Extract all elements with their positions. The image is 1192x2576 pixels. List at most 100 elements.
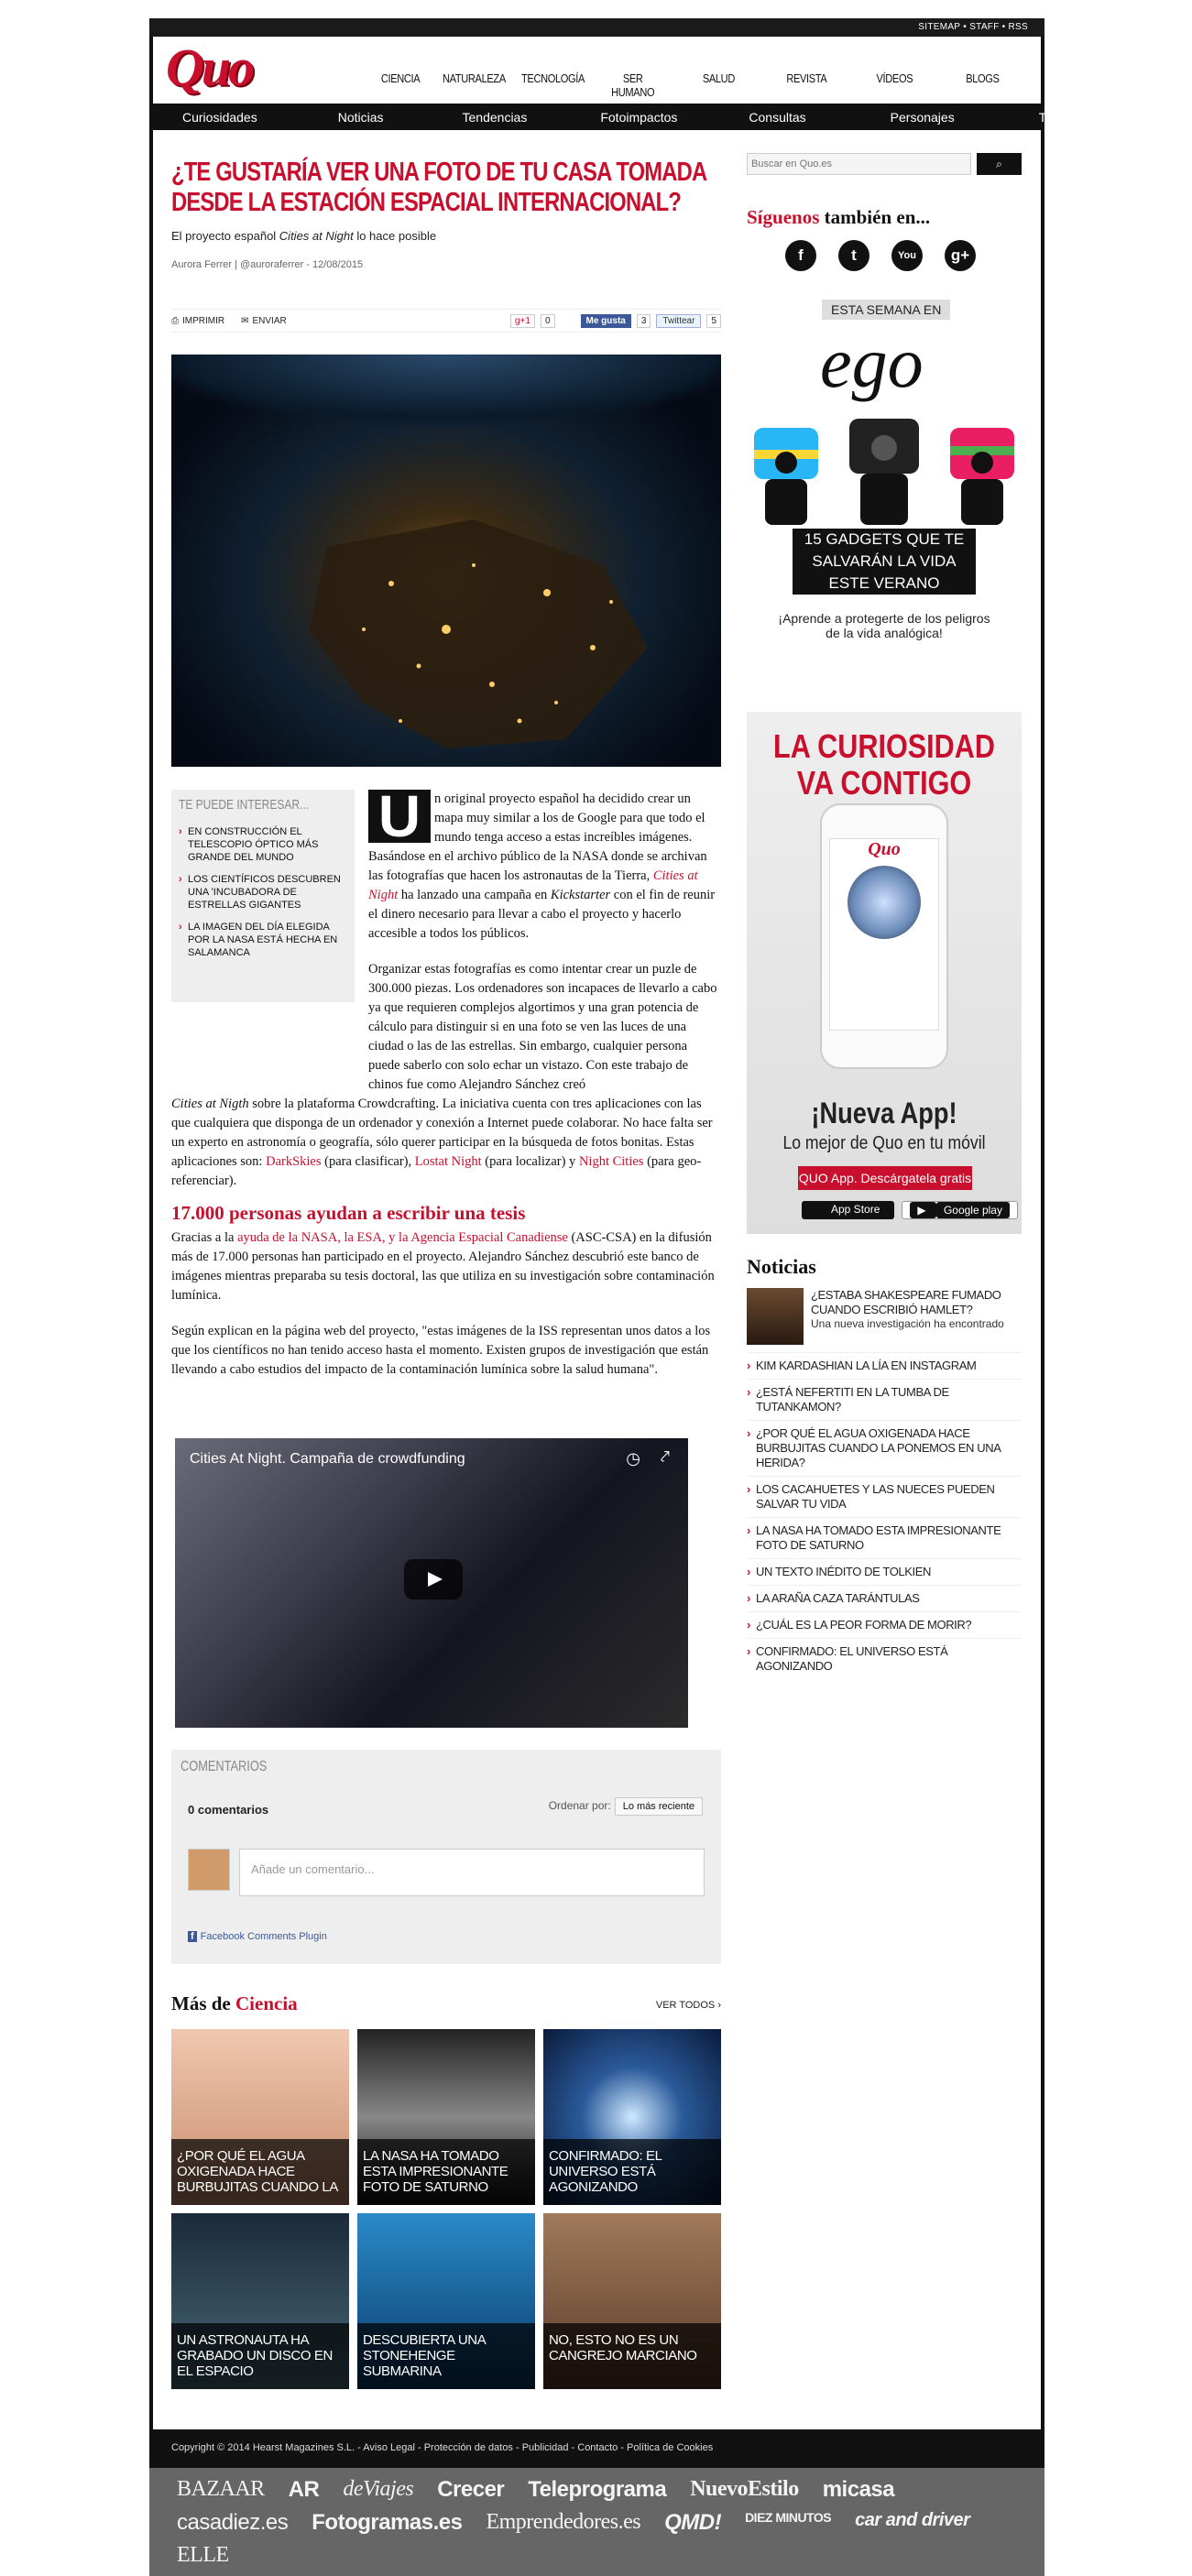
printer-icon: ⎙ (171, 315, 179, 326)
play-icon: ▶ (910, 1202, 936, 1218)
app-ad[interactable]: LA CURIOSIDAD VA CONTIGO Quo ¡Nueva App!… (747, 712, 1022, 1234)
news-item[interactable]: Kim Kardashian la lía en Instagram (747, 1352, 1022, 1379)
subnav-fotoimpactos[interactable]: Fotoimpactos (600, 110, 677, 125)
related-card[interactable]: No, esto no es un cangrejo marciano (543, 2213, 721, 2389)
brand-link[interactable]: DIEZ MINUTOS (745, 2510, 832, 2536)
lostatnight-link[interactable]: Lostat Night (415, 1154, 482, 1169)
search-button[interactable]: ⌕ (977, 153, 1022, 175)
related-card[interactable]: Descubierta una Stonehenge submarina (357, 2213, 535, 2389)
nav-blogs[interactable]: BLOGS (948, 70, 1017, 108)
nav-naturaleza[interactable]: NATURALEZA (443, 70, 506, 108)
brand-link[interactable]: Emprendedores.es (486, 2510, 640, 2536)
nightcities-link[interactable]: Night Cities (579, 1154, 644, 1169)
avatar (188, 1849, 230, 1891)
news-item[interactable]: ¿Cuál es la peor forma de morir? (747, 1611, 1022, 1638)
news-featured-title: ¿Estaba Shakespeare fumado cuando escrib… (811, 1288, 1001, 1316)
brand-link[interactable]: Fotogramas.es (312, 2510, 463, 2536)
news-featured[interactable]: ¿Estaba Shakespeare fumado cuando escrib… (747, 1288, 1022, 1345)
paragraph: U n original proyecto español ha decidid… (368, 783, 716, 941)
google-plus-icon[interactable]: g+ (945, 240, 976, 271)
paragraph: Según explican en la página web del proy… (171, 1324, 711, 1377)
envelope-icon: ✉ (241, 315, 249, 326)
brand-link[interactable]: casadiez.es (177, 2510, 289, 2536)
app-store-badge[interactable]: App Store (802, 1201, 895, 1219)
brand-link[interactable]: deViajes (343, 2477, 413, 2503)
paragraph: Organizar estas fotografías es como inte… (171, 962, 717, 1188)
news-item[interactable]: La NASA ha tomado esta impresionante fot… (747, 1517, 1022, 1558)
news-item[interactable]: Confirmado: el universo está agonizando (747, 1638, 1022, 1679)
clock-icon[interactable]: ◷ (626, 1449, 640, 1468)
brand-link[interactable]: Teleprograma (528, 2477, 666, 2503)
ego-subtitle: ¡Aprende a protegerte de los peligros de… (778, 611, 990, 640)
print-button[interactable]: ⎙ IMPRIMIR (171, 316, 224, 326)
subnav-consultas[interactable]: Consultas (749, 110, 805, 125)
nav-salud[interactable]: SALUD (684, 70, 753, 108)
news-thumbnail (747, 1288, 804, 1345)
news-item[interactable]: Los cacahuetes y las nueces pueden salva… (747, 1476, 1022, 1517)
city-lights-graphic (309, 519, 648, 748)
comment-input[interactable]: Añade un comentario... (239, 1849, 705, 1896)
article-subtitle: El proyecto español Cities at Night lo h… (171, 229, 437, 243)
news-item[interactable]: Un texto inédito de Tolkien (747, 1558, 1022, 1585)
brand-link[interactable]: ELLE (177, 2543, 229, 2568)
brand-link[interactable]: car and driver (855, 2510, 970, 2536)
brand-link[interactable]: NuevoEstilo (690, 2477, 799, 2503)
hero-image-iberian-peninsula-night (171, 355, 721, 767)
ego-week-label: ESTA SEMANA EN (822, 300, 951, 320)
play-button[interactable] (404, 1559, 463, 1599)
related-card[interactable]: ¿Por qué el agua oxigenada hace burbujit… (171, 2029, 349, 2205)
more-science: Más de Ciencia VER TODOS › ¿Por qué el a… (171, 1992, 721, 2389)
search-form: ⌕ (747, 153, 1022, 177)
nav-videos[interactable]: VÍDEOS (860, 70, 929, 108)
site-logo[interactable]: Quo (166, 37, 255, 98)
subnav-trucos[interactable]: Trucos (1039, 110, 1077, 125)
nav-revista[interactable]: REVISTA (772, 70, 841, 108)
facebook-comments-plugin-link[interactable]: f Facebook Comments Plugin (188, 1931, 327, 1942)
brand-link[interactable]: micasa (823, 2477, 895, 2503)
darkskies-link[interactable]: DarkSkies (266, 1154, 321, 1169)
news-item[interactable]: ¿Está Nefertiti en la tumba de Tutankamo… (747, 1379, 1022, 1420)
related-card[interactable]: Un astronauta ha grabado un disco en el … (171, 2213, 349, 2389)
phone-logo: Quo (868, 839, 901, 859)
nav-ser-humano[interactable]: SER HUMANO (600, 70, 666, 108)
google-plus-button[interactable]: g+1 (509, 313, 535, 328)
nav-ciencia[interactable]: CIENCIA (375, 70, 427, 108)
apple-icon (809, 1201, 824, 1217)
related-card[interactable]: La NASA ha tomado esta impresionante fot… (357, 2029, 535, 2205)
sort-select[interactable]: Lo más reciente (614, 1797, 703, 1816)
ego-promo[interactable]: ESTA SEMANA EN ego 15 GADGETS QUE TE SAL… (747, 300, 1022, 675)
news-item[interactable]: La araña caza tarántulas (747, 1585, 1022, 1611)
sitemap-link[interactable]: SITEMAP (918, 22, 960, 32)
news-featured-desc: Una nueva investigación ha encontrado (811, 1317, 1004, 1330)
share-icon[interactable]: ⤤ (661, 1447, 670, 1467)
main-nav: CIENCIA NATURALEZA TECNOLOGÍA SER HUMANO… (375, 70, 1036, 108)
search-input[interactable] (747, 153, 972, 175)
more-title: Más de Ciencia (171, 1992, 298, 2014)
youtube-icon[interactable]: You (891, 240, 923, 271)
agencies-link[interactable]: ayuda de la NASA, la ESA, y la Agencia E… (237, 1230, 568, 1245)
rss-link[interactable]: RSS (1009, 22, 1028, 32)
nav-tecnologia[interactable]: TECNOLOGÍA (521, 70, 585, 108)
see-all-link[interactable]: VER TODOS › (656, 2000, 721, 2011)
staff-link[interactable]: STAFF (969, 22, 999, 32)
news-item[interactable]: ¿Por qué el agua oxigenada hace burbujit… (747, 1420, 1022, 1476)
video-player[interactable]: Cities At Night. Campaña de crowdfunding… (175, 1438, 688, 1728)
subnav-personajes[interactable]: Personajes (891, 110, 955, 125)
brand-link[interactable]: QMD! (664, 2510, 721, 2536)
subnav-curiosidades[interactable]: Curiosidades (182, 110, 257, 125)
download-app-button[interactable]: QUO App. Descárgatela gratis (798, 1166, 972, 1190)
twitter-icon[interactable]: t (838, 240, 869, 271)
facebook-like-button[interactable]: Me gusta (580, 313, 631, 328)
facebook-icon[interactable]: f (785, 240, 816, 271)
ego-logo: ego (820, 322, 924, 402)
twitter-tweet-button[interactable]: Twittear (656, 313, 702, 328)
subnav-noticias[interactable]: Noticias (338, 110, 384, 125)
brand-link[interactable]: BAZAAR (177, 2477, 265, 2503)
brand-link[interactable]: Crecer (437, 2477, 505, 2503)
social-icons: f t You g+ (785, 240, 1022, 271)
subnav-tendencias[interactable]: Tendencias (463, 110, 528, 125)
related-card[interactable]: Confirmado: el universo está agonizando (543, 2029, 721, 2205)
brand-link[interactable]: AR (289, 2477, 320, 2503)
google-play-badge[interactable]: ▶ Google play (902, 1201, 1018, 1219)
send-button[interactable]: ✉ ENVIAR (241, 316, 287, 326)
